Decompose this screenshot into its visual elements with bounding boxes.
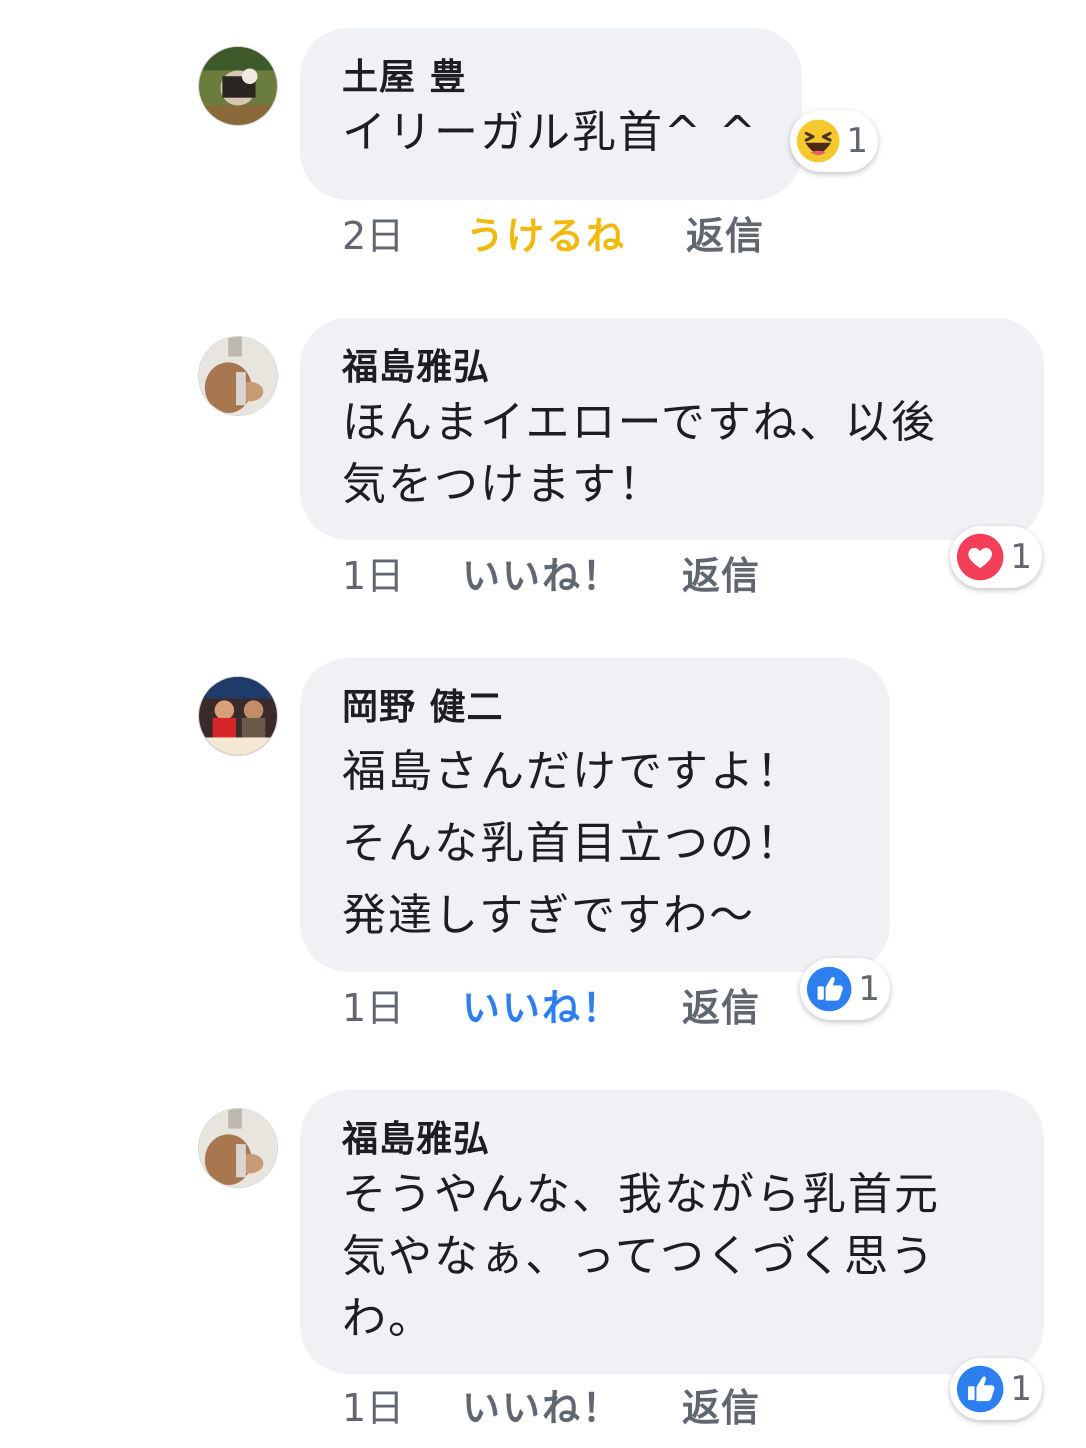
- reply-button[interactable]: 返信: [682, 984, 760, 1032]
- comment-timestamp[interactable]: 1日: [342, 1384, 404, 1432]
- like-button[interactable]: いいね！: [462, 1384, 622, 1432]
- like-button[interactable]: いいね！: [462, 552, 622, 600]
- comment-text: イリーガル乳首^ ^: [342, 107, 758, 158]
- comment-bubble: 土屋 豊 イリーガル乳首^ ^: [300, 28, 802, 200]
- reaction-summary[interactable]: 1: [950, 1358, 1042, 1420]
- avatar[interactable]: [198, 676, 278, 756]
- reaction-summary[interactable]: 1: [790, 110, 878, 172]
- reply-button[interactable]: 返信: [682, 1384, 760, 1432]
- avatar[interactable]: [198, 336, 278, 416]
- comment-author[interactable]: 福島雅弘: [342, 344, 1004, 392]
- comment-author[interactable]: 岡野 健二: [342, 684, 850, 732]
- like-icon: [956, 1365, 1004, 1413]
- reaction-count: 1: [858, 969, 880, 1009]
- comment-timestamp[interactable]: 1日: [342, 552, 404, 600]
- reaction-count: 1: [1010, 1369, 1032, 1409]
- reply-button[interactable]: 返信: [682, 552, 760, 600]
- reaction-count: 1: [846, 121, 868, 161]
- reaction-summary[interactable]: 1: [800, 958, 890, 1020]
- comment-text: 福島さんだけですよ！ そんな乳首目立つの！ 発達しすぎですわ〜: [342, 746, 802, 941]
- haha-icon: [796, 119, 840, 163]
- comment-text: ほんまイエローですね、以後 気をつけます！: [342, 397, 937, 510]
- like-button[interactable]: うけるね: [466, 212, 626, 260]
- comment-bubble: 福島雅弘 そうやんな、我ながら乳首元 気やなぁ、ってつくづく思う わ。: [300, 1090, 1044, 1374]
- reaction-summary[interactable]: 1: [950, 526, 1042, 588]
- like-button[interactable]: いいね！: [462, 984, 622, 1032]
- like-icon: [806, 966, 852, 1012]
- reply-button[interactable]: 返信: [686, 212, 764, 260]
- comment-bubble: 福島雅弘 ほんまイエローですね、以後 気をつけます！: [300, 318, 1044, 540]
- love-icon: [956, 533, 1004, 581]
- avatar[interactable]: [198, 46, 278, 126]
- avatar[interactable]: [198, 1108, 278, 1188]
- comment-text: そうやんな、我ながら乳首元 気やなぁ、ってつくづく思う わ。: [342, 1169, 940, 1344]
- comment-timestamp[interactable]: 1日: [342, 984, 404, 1032]
- reaction-count: 1: [1010, 537, 1032, 577]
- comment-author[interactable]: 福島雅弘: [342, 1116, 1004, 1164]
- comment-bubble: 岡野 健二 福島さんだけですよ！ そんな乳首目立つの！ 発達しすぎですわ〜: [300, 658, 890, 972]
- comment-author[interactable]: 土屋 豊: [342, 54, 762, 102]
- comment-timestamp[interactable]: 2日: [342, 212, 404, 260]
